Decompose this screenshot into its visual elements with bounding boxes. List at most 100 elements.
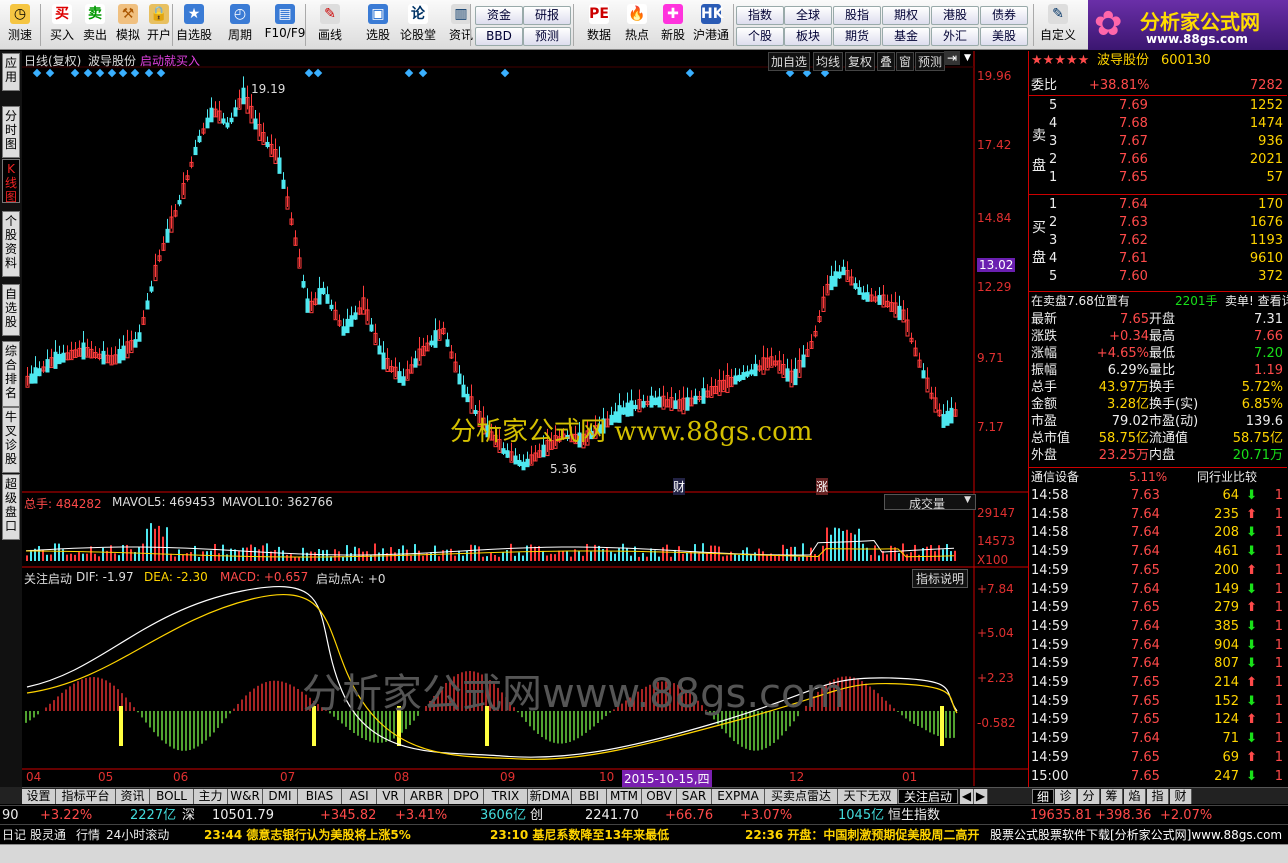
indicator-tab[interactable]: W&R: [228, 789, 263, 804]
kline-chart-area[interactable]: 日线(复权) 波导股份 启动就买入 加自选 均线 复权叠窗预测 ⇥ ▼ 19.19 5.…: [22, 51, 1028, 787]
chart-tool-button[interactable]: 加自选: [768, 52, 811, 71]
indicator-tab[interactable]: OBV: [642, 789, 677, 804]
screen-button[interactable]: ▣ 选股: [360, 3, 396, 47]
indicator-tab[interactable]: 指标平台: [56, 789, 116, 804]
indicator-tab[interactable]: ASI: [342, 789, 377, 804]
indicator-tab[interactable]: TRIX: [484, 789, 528, 804]
indicator-tab[interactable]: SAR: [677, 789, 712, 804]
chart-tool-button[interactable]: 复权: [845, 52, 876, 71]
arrow-right-icon[interactable]: ⇥: [944, 51, 961, 65]
indicator-tab[interactable]: 资讯: [116, 789, 150, 804]
small-button[interactable]: 外汇: [931, 27, 979, 46]
indicator-tab[interactable]: VR: [377, 789, 405, 804]
chart-tool-button[interactable]: 预测: [915, 52, 946, 71]
news-item[interactable]: 股票公式股票软件下载[分析家公式网]www.88gs.com: [990, 825, 1283, 845]
stat-row: 振幅 6.29% 量比 1.19: [1029, 362, 1287, 380]
left-tab[interactable]: 自选股: [2, 284, 20, 336]
small-button[interactable]: 个股: [736, 27, 784, 46]
small-button[interactable]: 期权: [882, 6, 930, 25]
indicator-tab[interactable]: 天下无双: [838, 789, 898, 804]
quote-tab[interactable]: 筹: [1101, 789, 1123, 804]
small-button[interactable]: 股指: [833, 6, 881, 25]
indicator-tab[interactable]: MTM: [607, 789, 642, 804]
left-tab[interactable]: 个股资料: [2, 211, 20, 277]
small-button[interactable]: 全球: [784, 6, 832, 25]
indicator-tab[interactable]: EXPMA: [712, 789, 765, 804]
quote-cell: +38.81%: [1089, 78, 1150, 93]
small-button[interactable]: 基金: [882, 27, 930, 46]
newstock-button[interactable]: ✚ 新股: [655, 3, 691, 47]
news-item[interactable]: 23:10 基尼系数降至13年来最低: [490, 825, 669, 845]
arrow-left-icon[interactable]: ◀: [960, 789, 974, 804]
chart-tool-button[interactable]: 叠: [877, 52, 896, 71]
f10-button[interactable]: ▤ F10/F9: [262, 3, 308, 47]
left-tab[interactable]: 牛叉诊股: [2, 407, 20, 473]
indicator-tab[interactable]: 新DMA: [528, 789, 572, 804]
indicator-tab[interactable]: BOLL: [150, 789, 194, 804]
small-button[interactable]: 债券: [980, 6, 1028, 25]
indicator-tab[interactable]: DMI: [263, 789, 298, 804]
finance-marker[interactable]: 财: [673, 478, 686, 495]
news-item[interactable]: 23:44 德意志银行认为美股将上涨5%: [204, 825, 411, 845]
indicator-tab[interactable]: BBI: [572, 789, 607, 804]
buy-button[interactable]: 买买入: [44, 3, 80, 47]
volume-bar: [538, 546, 540, 561]
small-button[interactable]: 期货: [833, 27, 881, 46]
news-item[interactable]: 22:36 开盘：中国刺激预期促美股周二高开: [745, 825, 979, 845]
indicator-tab[interactable]: 主力: [194, 789, 228, 804]
small-button[interactable]: 港股: [931, 6, 979, 25]
chevron-down-icon[interactable]: ▼: [964, 53, 971, 63]
quote-cell: 流通值: [1149, 431, 1189, 446]
quote-tab[interactable]: 诊: [1055, 789, 1077, 804]
left-tab[interactable]: 超级盘口: [2, 474, 20, 540]
indicator-tab[interactable]: 关注启动: [898, 789, 958, 804]
star-button[interactable]: ★ 自选股: [176, 3, 212, 47]
small-button[interactable]: 研报: [523, 6, 571, 25]
quote-tab[interactable]: 财: [1170, 789, 1192, 804]
news-item[interactable]: 24小时滚动: [106, 825, 169, 845]
indicator-dropdown[interactable]: 成交量 ▼: [884, 494, 976, 511]
period-button[interactable]: ◴ 周期: [222, 3, 258, 47]
small-button[interactable]: 板块: [784, 27, 832, 46]
indicator-tab[interactable]: DPO: [449, 789, 484, 804]
sell-button[interactable]: 卖卖出: [77, 3, 113, 47]
clock-button[interactable]: ◷ 测速: [2, 3, 38, 47]
chart-tool-button[interactable]: 均线: [813, 52, 844, 71]
rise-marker[interactable]: 涨: [816, 478, 829, 495]
news-button[interactable]: ▥ 资讯: [443, 3, 479, 47]
pe-button[interactable]: PE 数据: [581, 3, 617, 47]
news-item[interactable]: 股灵通: [30, 825, 66, 845]
news-item[interactable]: 日记: [2, 825, 26, 845]
left-tab[interactable]: 分时图: [2, 106, 20, 158]
indicator-explain-button[interactable]: 指标说明: [912, 569, 969, 588]
forum-button[interactable]: 论论股堂: [400, 3, 436, 47]
quote-tab[interactable]: 分: [1078, 789, 1100, 804]
arrow-right-icon[interactable]: ▶: [974, 789, 988, 804]
small-button[interactable]: BBD: [475, 27, 523, 46]
indicator-tab[interactable]: 买卖点雷达: [765, 789, 838, 804]
left-tab[interactable]: 综合排名: [2, 341, 20, 407]
hot-button[interactable]: 🔥 热点: [619, 3, 655, 47]
small-button[interactable]: 指数: [736, 6, 784, 25]
candle-body: [641, 401, 646, 408]
quote-tab[interactable]: 指: [1147, 789, 1169, 804]
chart-tool-button[interactable]: 窗: [896, 52, 915, 71]
stock-name: 波导股份: [1097, 53, 1150, 68]
indicator-tab[interactable]: BIAS: [298, 789, 342, 804]
toolbar-separator: [1033, 4, 1034, 46]
small-button[interactable]: 资金: [475, 6, 523, 25]
small-button[interactable]: 美股: [980, 27, 1028, 46]
small-button[interactable]: 预测: [523, 27, 571, 46]
date-axis-label: 07: [280, 770, 296, 784]
indicator-tab[interactable]: 设置: [22, 789, 56, 804]
quote-tab[interactable]: 细: [1032, 789, 1054, 804]
hk-button[interactable]: HK 沪港通: [693, 3, 729, 47]
pen-button[interactable]: ✎ 画线: [312, 3, 348, 47]
custom-button[interactable]: ✎ 自定义: [1040, 3, 1076, 47]
volume-bar: [94, 553, 96, 561]
left-tab[interactable]: 应用: [2, 53, 20, 91]
indicator-tab[interactable]: ARBR: [405, 789, 449, 804]
quote-tab[interactable]: 焰: [1124, 789, 1146, 804]
news-item[interactable]: 行情: [76, 825, 100, 845]
left-tab[interactable]: K线图: [2, 159, 20, 204]
